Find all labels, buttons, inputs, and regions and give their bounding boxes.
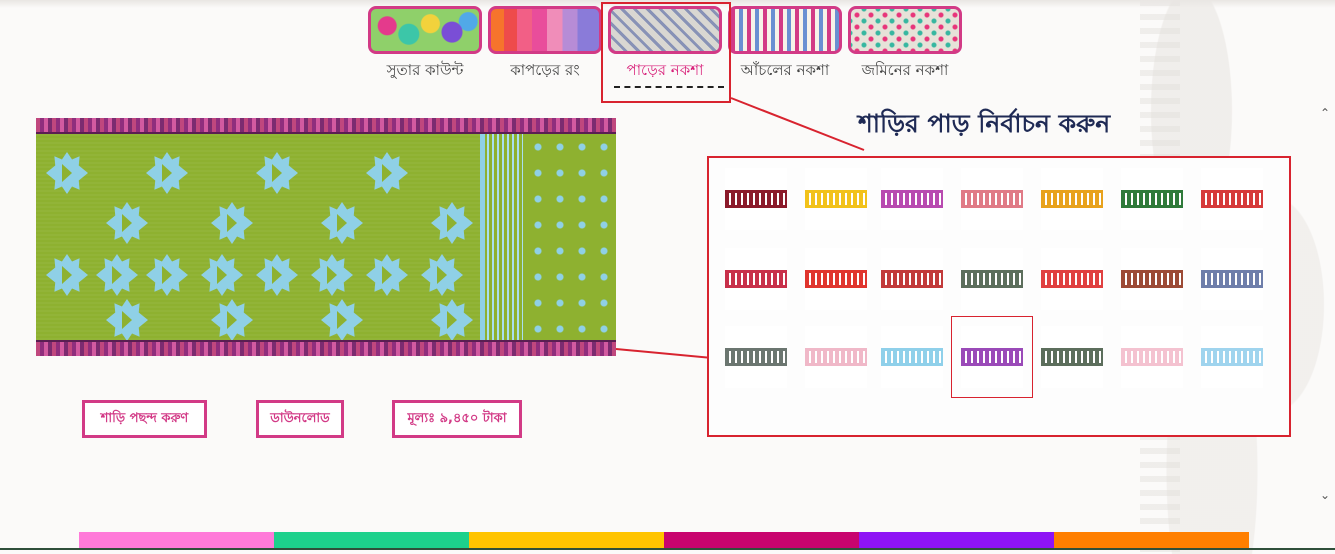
swatch-pattern xyxy=(1121,348,1183,366)
swatch-pattern xyxy=(1041,348,1103,366)
saree-motif xyxy=(211,202,253,244)
chevron-down-icon[interactable]: ⌄ xyxy=(1320,488,1330,502)
border-swatch[interactable] xyxy=(725,248,787,310)
swatch-pattern xyxy=(725,348,787,366)
swatch-pattern xyxy=(1041,270,1103,288)
swatch-pattern xyxy=(1121,190,1183,208)
saree-motif xyxy=(106,202,148,244)
border-swatch[interactable] xyxy=(1201,248,1263,310)
saree-top-border xyxy=(36,118,616,134)
border-swatch[interactable] xyxy=(961,248,1023,310)
border-swatch[interactable] xyxy=(1121,326,1183,388)
saree-motif xyxy=(311,254,353,296)
saree-anchal xyxy=(480,134,616,340)
fabric-thumbnail xyxy=(488,6,602,54)
swatch-pattern xyxy=(725,190,787,208)
swatch-pattern xyxy=(1201,270,1263,288)
swatch-pattern xyxy=(725,270,787,288)
border-swatch[interactable] xyxy=(1201,326,1263,388)
saree-bottom-border xyxy=(36,340,616,356)
saree-motif xyxy=(146,152,188,194)
border-swatch[interactable] xyxy=(725,326,787,388)
saree-motif xyxy=(256,152,298,194)
saree-motif xyxy=(366,152,408,194)
tab-label: কাপড়ের রং xyxy=(510,61,580,79)
yarn-thumbnail xyxy=(368,6,482,54)
swatch-pattern xyxy=(881,190,943,208)
border-swatch[interactable] xyxy=(881,168,943,230)
chevron-up-icon[interactable]: ⌃ xyxy=(1320,106,1330,120)
border-swatch[interactable] xyxy=(1121,248,1183,310)
border-swatch[interactable] xyxy=(961,168,1023,230)
tab-body-design[interactable]: জমিনের নকশা xyxy=(848,6,962,84)
saree-motif xyxy=(46,254,88,296)
border-swatch[interactable] xyxy=(805,248,867,310)
border-swatch[interactable] xyxy=(1201,168,1263,230)
saree-motif xyxy=(421,254,463,296)
border-swatch[interactable] xyxy=(1041,326,1103,388)
swatch-pattern xyxy=(805,270,867,288)
swatch-pattern xyxy=(1201,190,1263,208)
saree-motif xyxy=(201,254,243,296)
saree-motif xyxy=(146,254,188,296)
active-tab-underline xyxy=(614,86,724,88)
border-swatch[interactable] xyxy=(881,248,943,310)
swatch-pattern xyxy=(1201,348,1263,366)
tab-yarn-count[interactable]: সুতার কাউন্ট xyxy=(368,6,482,84)
saree-motif xyxy=(211,299,253,341)
saree-motif xyxy=(366,254,408,296)
saree-motif xyxy=(321,202,363,244)
anchal-thumbnail xyxy=(728,6,842,54)
tab-fabric-color[interactable]: কাপড়ের রং xyxy=(488,6,602,84)
swatch-pattern xyxy=(961,348,1023,366)
saree-motif xyxy=(46,152,88,194)
swatch-pattern xyxy=(805,348,867,366)
body-thumbnail xyxy=(848,6,962,54)
border-swatch[interactable] xyxy=(1121,168,1183,230)
border-swatch[interactable] xyxy=(951,316,1033,398)
saree-motif xyxy=(96,254,138,296)
bottom-line xyxy=(0,548,1335,550)
choose-saree-button[interactable]: শাড়ি পছন্দ করুণ xyxy=(82,400,207,438)
border-swatch[interactable] xyxy=(1041,248,1103,310)
tab-label: আঁচলের নকশা xyxy=(740,61,830,79)
saree-motif xyxy=(431,202,473,244)
swatch-pattern xyxy=(805,190,867,208)
border-swatch[interactable] xyxy=(881,326,943,388)
border-swatch[interactable] xyxy=(1041,168,1103,230)
tab-anchal-design[interactable]: আঁচলের নকশা xyxy=(728,6,842,84)
border-swatch[interactable] xyxy=(725,168,787,230)
border-swatch[interactable] xyxy=(805,326,867,388)
swatch-pattern xyxy=(961,190,1023,208)
swatch-pattern xyxy=(961,270,1023,288)
swatch-pattern xyxy=(1121,270,1183,288)
border-palette xyxy=(707,156,1291,437)
saree-body-field xyxy=(36,134,480,341)
swatch-pattern xyxy=(1041,190,1103,208)
saree-motif xyxy=(106,299,148,341)
price-button[interactable]: মূল্যঃ ৯,৪৫০ টাকা xyxy=(392,400,522,438)
border-swatch[interactable] xyxy=(805,168,867,230)
tab-label: জমিনের নকশা xyxy=(861,61,949,79)
saree-motif xyxy=(431,299,473,341)
saree-motif xyxy=(256,254,298,296)
swatch-pattern xyxy=(881,348,943,366)
tab-label: সুতার কাউন্ট xyxy=(386,61,464,79)
swatch-pattern xyxy=(881,270,943,288)
saree-motif xyxy=(321,299,363,341)
download-button[interactable]: ডাউনলোড xyxy=(256,400,344,438)
section-heading: শাড়ির পাড় নির্বাচন করুন xyxy=(858,109,1111,138)
saree-preview xyxy=(36,118,616,356)
